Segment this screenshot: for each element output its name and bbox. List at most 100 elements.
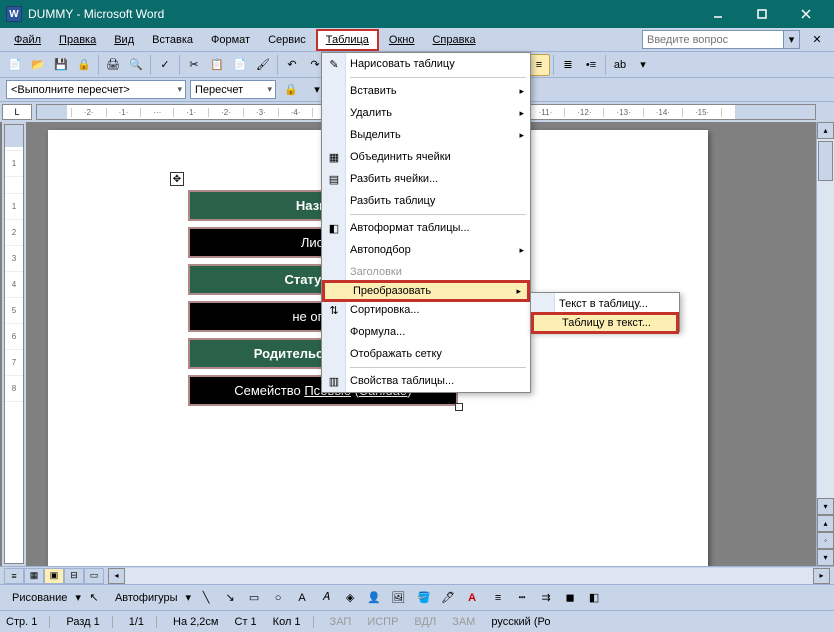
dd-draw-table[interactable]: ✎Нарисовать таблицу <box>322 53 530 75</box>
font-color-icon[interactable]: A <box>461 587 483 609</box>
menu-insert[interactable]: Вставка <box>144 31 201 49</box>
dash-style-icon[interactable]: ┅ <box>511 587 533 609</box>
undo-icon[interactable]: ↶ <box>281 54 303 76</box>
lock-icon[interactable]: 🔒 <box>280 79 302 101</box>
menu-help[interactable]: Справка <box>424 31 483 49</box>
close-doc-button[interactable]: ✕ <box>806 29 828 51</box>
outline-view-button[interactable]: ⊟ <box>64 568 84 584</box>
save-icon[interactable]: 💾 <box>50 54 72 76</box>
sort-icon: ⇅ <box>326 302 342 318</box>
recalc-combo[interactable]: <Выполните пересчет> <box>6 80 186 99</box>
status-lang[interactable]: русский (Ро <box>491 616 550 628</box>
menu-format[interactable]: Формат <box>203 31 258 49</box>
line-color-icon[interactable]: 🖊 <box>437 587 459 609</box>
status-ovr[interactable]: ЗАМ <box>452 616 475 628</box>
dd-autoformat[interactable]: ◧Автоформат таблицы... <box>322 217 530 239</box>
status-col: Кол 1 <box>273 616 314 628</box>
clipart-icon[interactable]: 👤 <box>363 587 385 609</box>
dd-gridlines[interactable]: Отображать сетку <box>322 343 530 365</box>
properties-icon: ▥ <box>326 373 342 389</box>
dd-split-table[interactable]: Разбить таблицу <box>322 190 530 212</box>
status-ext[interactable]: ВДЛ <box>414 616 436 628</box>
vertical-ruler[interactable]: 2112345678 <box>4 124 24 564</box>
shadow-icon[interactable]: ◼ <box>559 587 581 609</box>
diagram-icon[interactable]: ◈ <box>339 587 361 609</box>
wordart-icon[interactable]: 𝐴 <box>315 587 337 609</box>
picture-icon[interactable]: 🖼 <box>387 587 409 609</box>
dd-convert[interactable]: Преобразовать▸ <box>322 280 530 302</box>
arrow-style-icon[interactable]: ⇉ <box>535 587 557 609</box>
print-view-button[interactable]: ▣ <box>44 568 64 584</box>
drawing-label[interactable]: Рисование <box>6 590 73 606</box>
help-search-input[interactable] <box>643 31 783 48</box>
dd-merge[interactable]: ▦Объединить ячейки <box>322 146 530 168</box>
dd-properties[interactable]: ▥Свойства таблицы... <box>322 370 530 392</box>
line-icon[interactable]: ╲ <box>195 587 217 609</box>
maximize-button[interactable] <box>740 2 784 26</box>
menu-edit[interactable]: Правка <box>51 31 104 49</box>
reading-view-button[interactable]: ▭ <box>84 568 104 584</box>
normal-view-button[interactable]: ≡ <box>4 568 24 584</box>
cut-icon[interactable]: ✂ <box>183 54 205 76</box>
hscroll-track[interactable] <box>125 568 813 584</box>
tab-selector[interactable]: L <box>2 104 32 120</box>
scroll-thumb[interactable] <box>818 141 833 181</box>
numbered-list-icon[interactable]: ≣ <box>557 54 579 76</box>
status-rec[interactable]: ЗАП <box>330 616 352 628</box>
table-move-handle[interactable]: ✥ <box>170 172 184 186</box>
sub-table-to-text[interactable]: Таблицу в текст... <box>531 312 679 334</box>
bullet-list-icon[interactable]: •≡ <box>580 54 602 76</box>
copy-icon[interactable]: 📋 <box>206 54 228 76</box>
dd-split[interactable]: ▤Разбить ячейки... <box>322 168 530 190</box>
recalc-action-combo[interactable]: Пересчет <box>190 80 276 99</box>
arrow-icon[interactable]: ↘ <box>219 587 241 609</box>
rectangle-icon[interactable]: ▭ <box>243 587 265 609</box>
format-painter-icon[interactable]: 🖌 <box>252 54 274 76</box>
menu-tools[interactable]: Сервис <box>260 31 314 49</box>
dd-autofit[interactable]: Автоподбор▸ <box>322 239 530 261</box>
close-button[interactable] <box>784 2 828 26</box>
textbox-icon[interactable]: A <box>291 587 313 609</box>
horizontal-scrollbar[interactable]: ◂ ▸ <box>108 568 830 584</box>
scroll-up-button[interactable]: ▴ <box>817 122 834 139</box>
dd-insert[interactable]: Вставить▸ <box>322 80 530 102</box>
menu-table[interactable]: Таблица <box>316 29 379 51</box>
3d-icon[interactable]: ◧ <box>583 587 605 609</box>
hscroll-left-button[interactable]: ◂ <box>108 568 125 584</box>
dd-formula[interactable]: Формула... <box>322 321 530 343</box>
dd-delete[interactable]: Удалить▸ <box>322 102 530 124</box>
web-view-button[interactable]: ▦ <box>24 568 44 584</box>
print-icon[interactable]: 🖨 <box>102 54 124 76</box>
status-trk[interactable]: ИСПР <box>367 616 398 628</box>
prev-page-button[interactable]: ▴ <box>817 515 834 532</box>
select-objects-icon[interactable]: ↖ <box>83 587 105 609</box>
menu-window[interactable]: Окно <box>381 31 423 49</box>
preview-icon[interactable]: 🔍 <box>125 54 147 76</box>
help-search-box[interactable]: ▾ <box>642 30 800 49</box>
vertical-scrollbar[interactable]: ▴ ▾ ▴ ◦ ▾ <box>816 122 834 566</box>
table-resize-handle[interactable] <box>455 403 463 411</box>
open-icon[interactable]: 📂 <box>27 54 49 76</box>
dd-select[interactable]: Выделить▸ <box>322 124 530 146</box>
next-page-button[interactable]: ▾ <box>817 549 834 566</box>
line-style-icon[interactable]: ≡ <box>487 587 509 609</box>
browse-object-button[interactable]: ◦ <box>817 532 834 549</box>
menu-view[interactable]: Вид <box>106 31 142 49</box>
dd-sort[interactable]: ⇅Сортировка... <box>322 299 530 321</box>
align-left-icon[interactable]: ≡ <box>528 54 550 76</box>
highlight-icon[interactable]: ab <box>609 54 631 76</box>
autoshapes-button[interactable]: Автофигуры <box>109 590 184 606</box>
oval-icon[interactable]: ○ <box>267 587 289 609</box>
menu-file[interactable]: Файл <box>6 31 49 49</box>
spell-icon[interactable]: ✓ <box>154 54 176 76</box>
paste-icon[interactable]: 📄 <box>229 54 251 76</box>
scroll-track[interactable] <box>817 139 834 498</box>
permission-icon[interactable]: 🔒 <box>73 54 95 76</box>
help-search-dropdown[interactable]: ▾ <box>783 31 799 48</box>
hscroll-right-button[interactable]: ▸ <box>813 568 830 584</box>
fill-color-icon[interactable]: 🪣 <box>413 587 435 609</box>
new-doc-icon[interactable]: 📄 <box>4 54 26 76</box>
toolbar-options-icon[interactable]: ▾ <box>632 54 654 76</box>
minimize-button[interactable] <box>696 2 740 26</box>
scroll-down-button[interactable]: ▾ <box>817 498 834 515</box>
